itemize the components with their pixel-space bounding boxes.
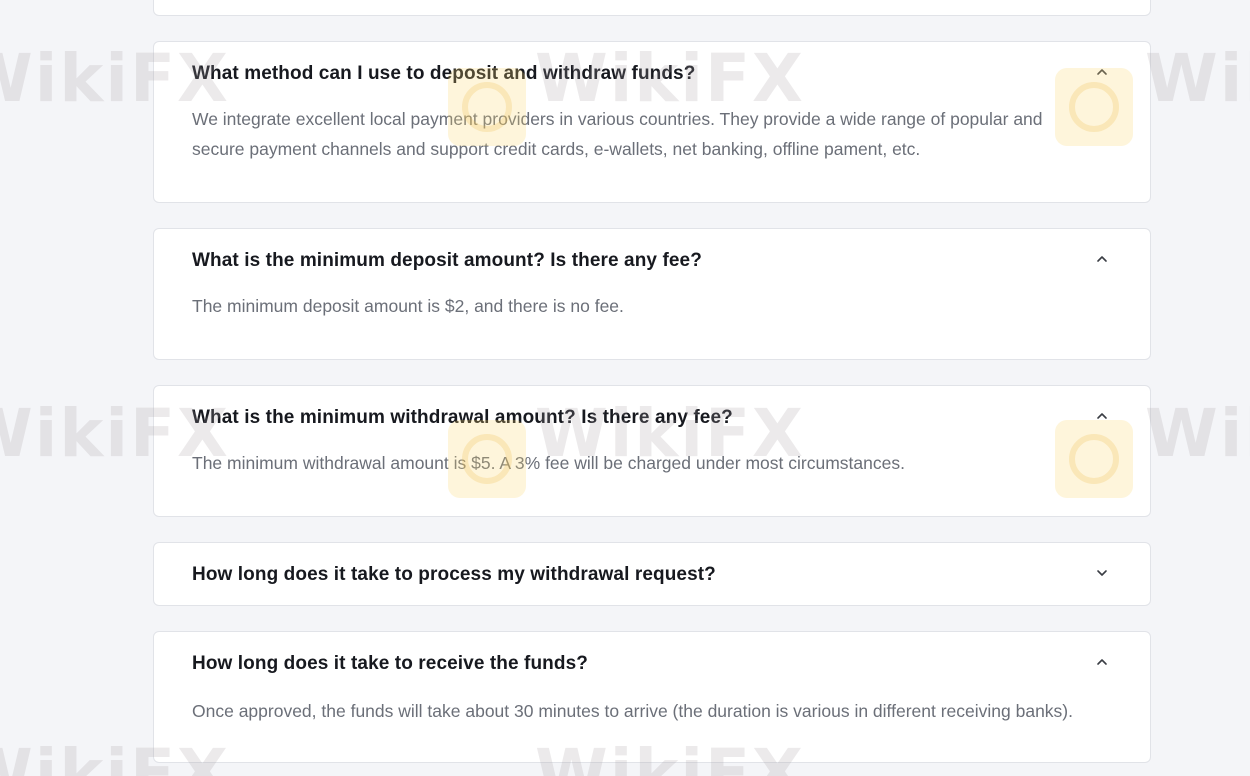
faq-question: What is the minimum deposit amount? Is t… [192, 250, 702, 271]
faq-answer: Once approved, the funds will take about… [192, 701, 1073, 721]
faq-question: How long does it take to process my with… [192, 564, 716, 585]
faq-item-previous[interactable] [153, 0, 1151, 16]
watermark-text: WikiFX [1145, 40, 1250, 117]
chevron-up-icon[interactable] [1094, 654, 1110, 670]
faq-item: What method can I use to deposit and wit… [153, 41, 1151, 203]
faq-answer: We integrate excellent local payment pro… [192, 109, 1043, 159]
watermark-text: WikiFX [1145, 395, 1250, 472]
chevron-up-icon[interactable] [1094, 408, 1110, 424]
chevron-down-icon[interactable] [1094, 565, 1110, 581]
faq-item: What is the minimum deposit amount? Is t… [153, 228, 1151, 360]
chevron-up-icon[interactable] [1094, 251, 1110, 267]
faq-item-header[interactable]: What is the minimum withdrawal amount? I… [154, 386, 1150, 450]
faq-item-header[interactable]: How long does it take to receive the fun… [154, 632, 1150, 696]
chevron-up-icon[interactable] [1094, 64, 1110, 80]
faq-page: What method can I use to deposit and wit… [0, 0, 1250, 776]
faq-item: What is the minimum withdrawal amount? I… [153, 385, 1151, 517]
faq-item: How long does it take to receive the fun… [153, 631, 1151, 763]
faq-answer: The minimum withdrawal amount is $5. A 3… [192, 453, 905, 473]
faq-answer: The minimum deposit amount is $2, and th… [192, 296, 624, 316]
faq-item: How long does it take to process my with… [153, 542, 1151, 606]
faq-item-header[interactable]: What method can I use to deposit and wit… [154, 42, 1150, 106]
faq-question: How long does it take to receive the fun… [192, 653, 588, 674]
faq-question: What method can I use to deposit and wit… [192, 63, 696, 84]
faq-item-header[interactable]: What is the minimum deposit amount? Is t… [154, 229, 1150, 293]
faq-item-header[interactable]: How long does it take to process my with… [154, 543, 1150, 607]
faq-question: What is the minimum withdrawal amount? I… [192, 407, 733, 428]
